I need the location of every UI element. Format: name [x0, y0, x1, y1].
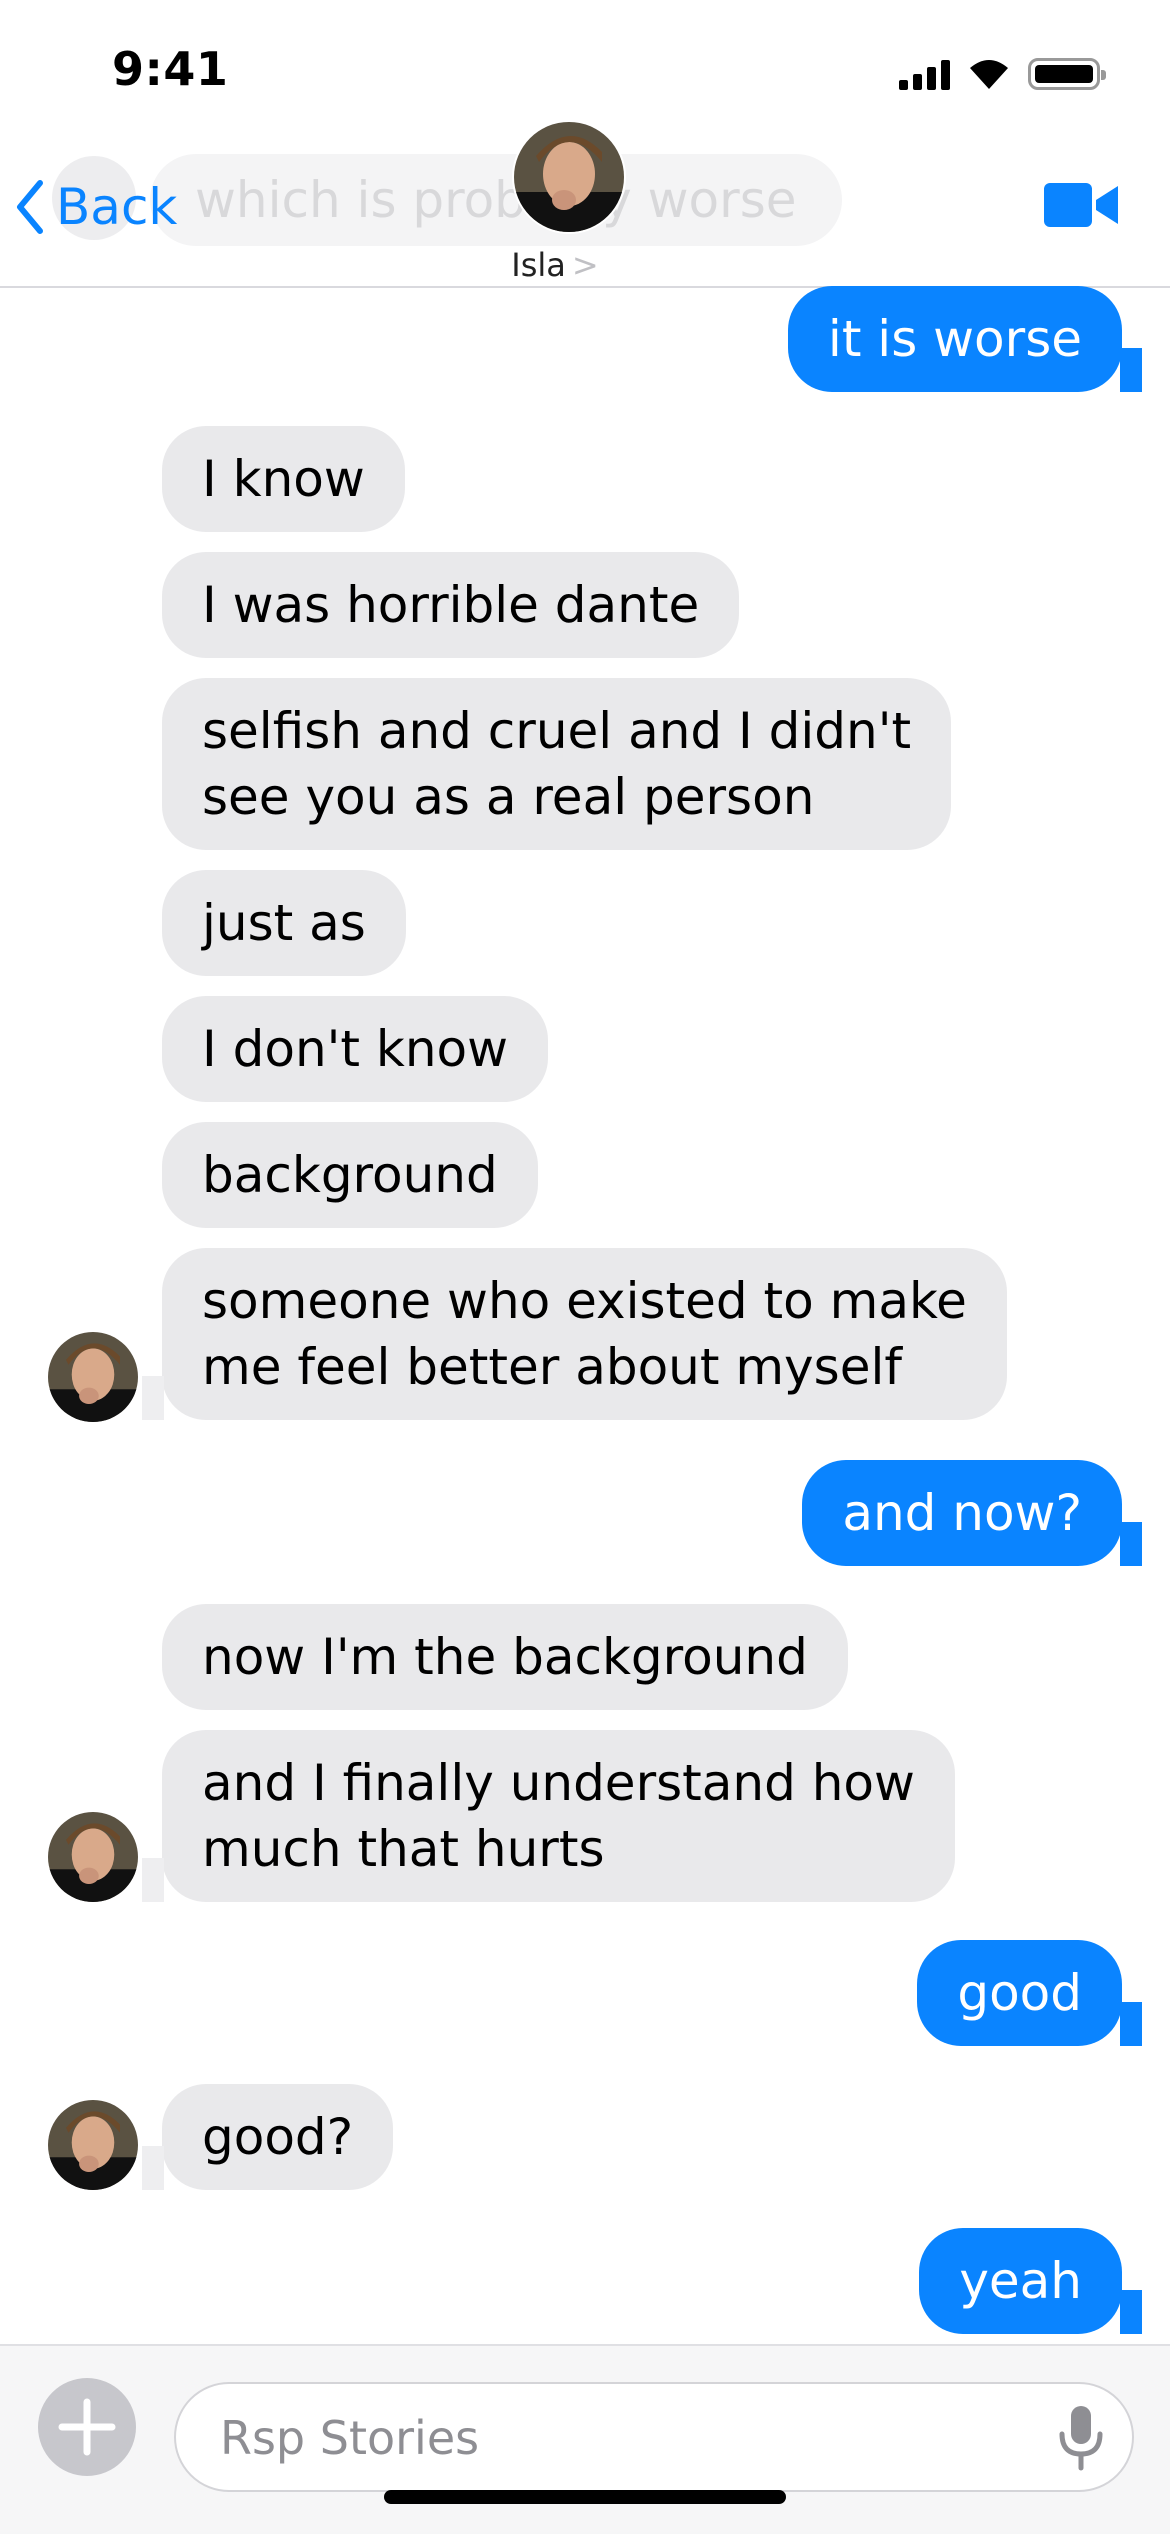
sender-avatar[interactable]: [48, 1332, 138, 1422]
message-bubble-outgoing[interactable]: and now?: [802, 1460, 1142, 1566]
message-bubble-incoming[interactable]: someone who existed to make me feel bett…: [142, 1248, 1007, 1420]
battery-icon: [1028, 58, 1106, 90]
ghost-message-preview: which is probably worse: [150, 154, 842, 246]
message-bubble-incoming[interactable]: background: [162, 1122, 538, 1228]
contact-avatar[interactable]: [512, 120, 626, 234]
status-time: 9:41: [112, 42, 229, 96]
contact-name[interactable]: Isla >: [0, 246, 1110, 284]
wifi-icon: [970, 60, 1008, 89]
video-camera-icon[interactable]: [1044, 180, 1118, 230]
chevron-right-icon: >: [571, 246, 599, 284]
message-bubble-incoming[interactable]: good?: [141, 2084, 394, 2190]
message-input[interactable]: [176, 2384, 1022, 2492]
message-input-field[interactable]: [174, 2382, 1134, 2492]
microphone-icon[interactable]: [1056, 2404, 1106, 2472]
sender-avatar[interactable]: [48, 1812, 138, 1902]
message-bubble-outgoing[interactable]: good: [917, 1940, 1142, 2046]
message-bubble-incoming[interactable]: selfish and cruel and I didn't see you a…: [162, 678, 952, 850]
conversation-header: which is probably worse Back Isla >: [0, 100, 1170, 288]
back-label: Back: [56, 178, 178, 236]
message-bubble-incoming[interactable]: I know: [162, 426, 405, 532]
message-bubble-incoming[interactable]: I was horrible dante: [162, 552, 740, 658]
message-bubble-incoming[interactable]: and I finally understand how much that h…: [142, 1730, 955, 1902]
message-bubble-incoming[interactable]: now I'm the background: [162, 1604, 848, 1710]
plus-icon: [58, 2398, 116, 2456]
home-indicator[interactable]: [384, 2490, 786, 2504]
message-bubble-incoming[interactable]: I don't know: [162, 996, 549, 1102]
message-bubble-incoming[interactable]: just as: [162, 870, 406, 976]
chevron-left-icon: [17, 180, 43, 234]
sender-avatar[interactable]: [48, 2100, 138, 2190]
cellular-signal-icon: [899, 58, 950, 90]
back-button[interactable]: Back: [14, 178, 177, 236]
add-attachment-button[interactable]: [38, 2378, 136, 2476]
status-icons: [899, 58, 1106, 90]
compose-bar: [0, 2344, 1170, 2534]
message-bubble-outgoing[interactable]: it is worse: [787, 286, 1143, 392]
message-bubble-outgoing[interactable]: yeah: [919, 2228, 1142, 2334]
